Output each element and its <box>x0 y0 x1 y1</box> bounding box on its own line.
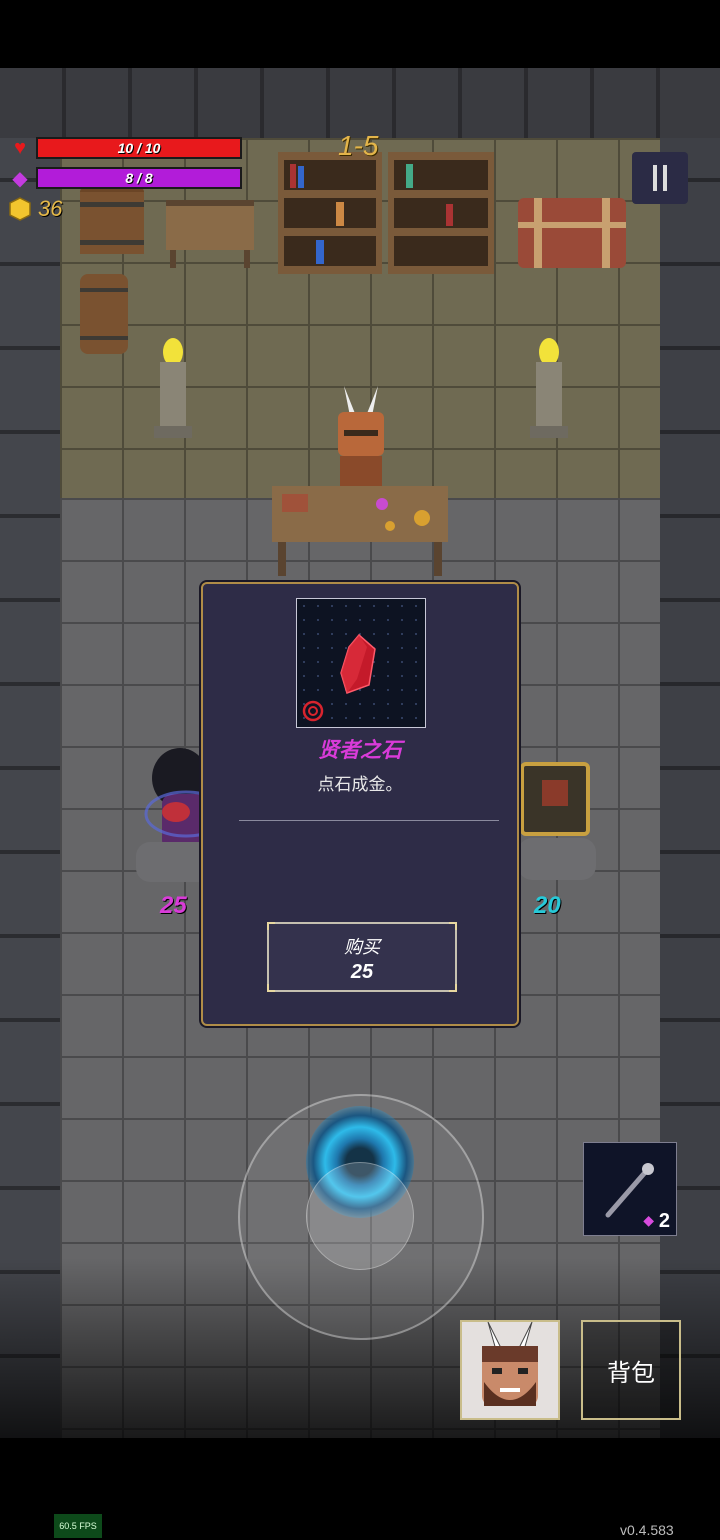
skill-mana-cost: 2 <box>658 1210 670 1232</box>
pause-button[interactable] <box>632 152 688 204</box>
health-text: 10 / 10 <box>117 140 161 156</box>
torch-pillar-icon <box>530 338 568 438</box>
gold-coin-icon <box>9 197 31 221</box>
barrel-icon <box>80 274 128 354</box>
backpack-button[interactable]: 背包 <box>581 1320 681 1420</box>
shopkeeper-icon <box>338 386 384 486</box>
right-wall <box>660 138 720 1438</box>
left-item-price: 25 <box>160 892 187 919</box>
health-bar-row: ♥ 10 / 10 <box>8 137 242 159</box>
barrel-icon <box>80 180 144 254</box>
torch-pillar-icon <box>154 338 192 438</box>
bookshelf-icon <box>278 152 494 274</box>
divider <box>239 820 499 821</box>
mana-text: 8 / 8 <box>125 170 153 186</box>
spiral-rarity-icon <box>302 700 324 722</box>
item-name: 贤者之石 <box>318 739 402 762</box>
gold-amount: 36 <box>38 196 63 221</box>
buy-button[interactable]: 购买 25 <box>267 922 457 992</box>
hero-avatar <box>462 1322 558 1418</box>
wooden-crate-icon <box>166 200 254 268</box>
health-bar: 10 / 10 <box>36 137 242 159</box>
fps-counter: 60.5 FPS <box>54 1514 102 1538</box>
buy-label: 购买 <box>344 937 380 957</box>
buy-price: 25 <box>350 961 374 983</box>
mana-gem-icon: ◆ <box>12 167 28 190</box>
gold-counter: 36 <box>8 196 62 222</box>
weapon-skill-button[interactable]: ◆ 2 <box>583 1142 677 1236</box>
left-wall <box>0 138 60 1438</box>
pause-icon <box>653 165 657 191</box>
top-wall <box>0 68 720 138</box>
right-item-price: 20 <box>534 892 561 919</box>
merchant-table-icon <box>272 486 448 576</box>
item-purchase-dialog: 贤者之石 点石成金。 购买 25 <box>201 582 519 1026</box>
mystery-box-icon <box>518 762 596 880</box>
character-portrait-button[interactable] <box>460 1320 560 1420</box>
item-description: 点石成金。 <box>317 775 403 794</box>
joystick-knob[interactable] <box>306 1162 414 1270</box>
mana-bar: 8 / 8 <box>36 167 242 189</box>
heart-icon: ♥ <box>14 136 26 159</box>
version-label: v0.4.583 <box>620 1522 674 1538</box>
mana-bar-row: ◆ 8 / 8 <box>8 167 242 190</box>
level-indicator: 1-5 <box>338 130 379 161</box>
mana-gem-icon: ◆ <box>643 1212 654 1228</box>
item-preview <box>296 598 426 728</box>
treasure-chest-icon <box>518 198 626 268</box>
